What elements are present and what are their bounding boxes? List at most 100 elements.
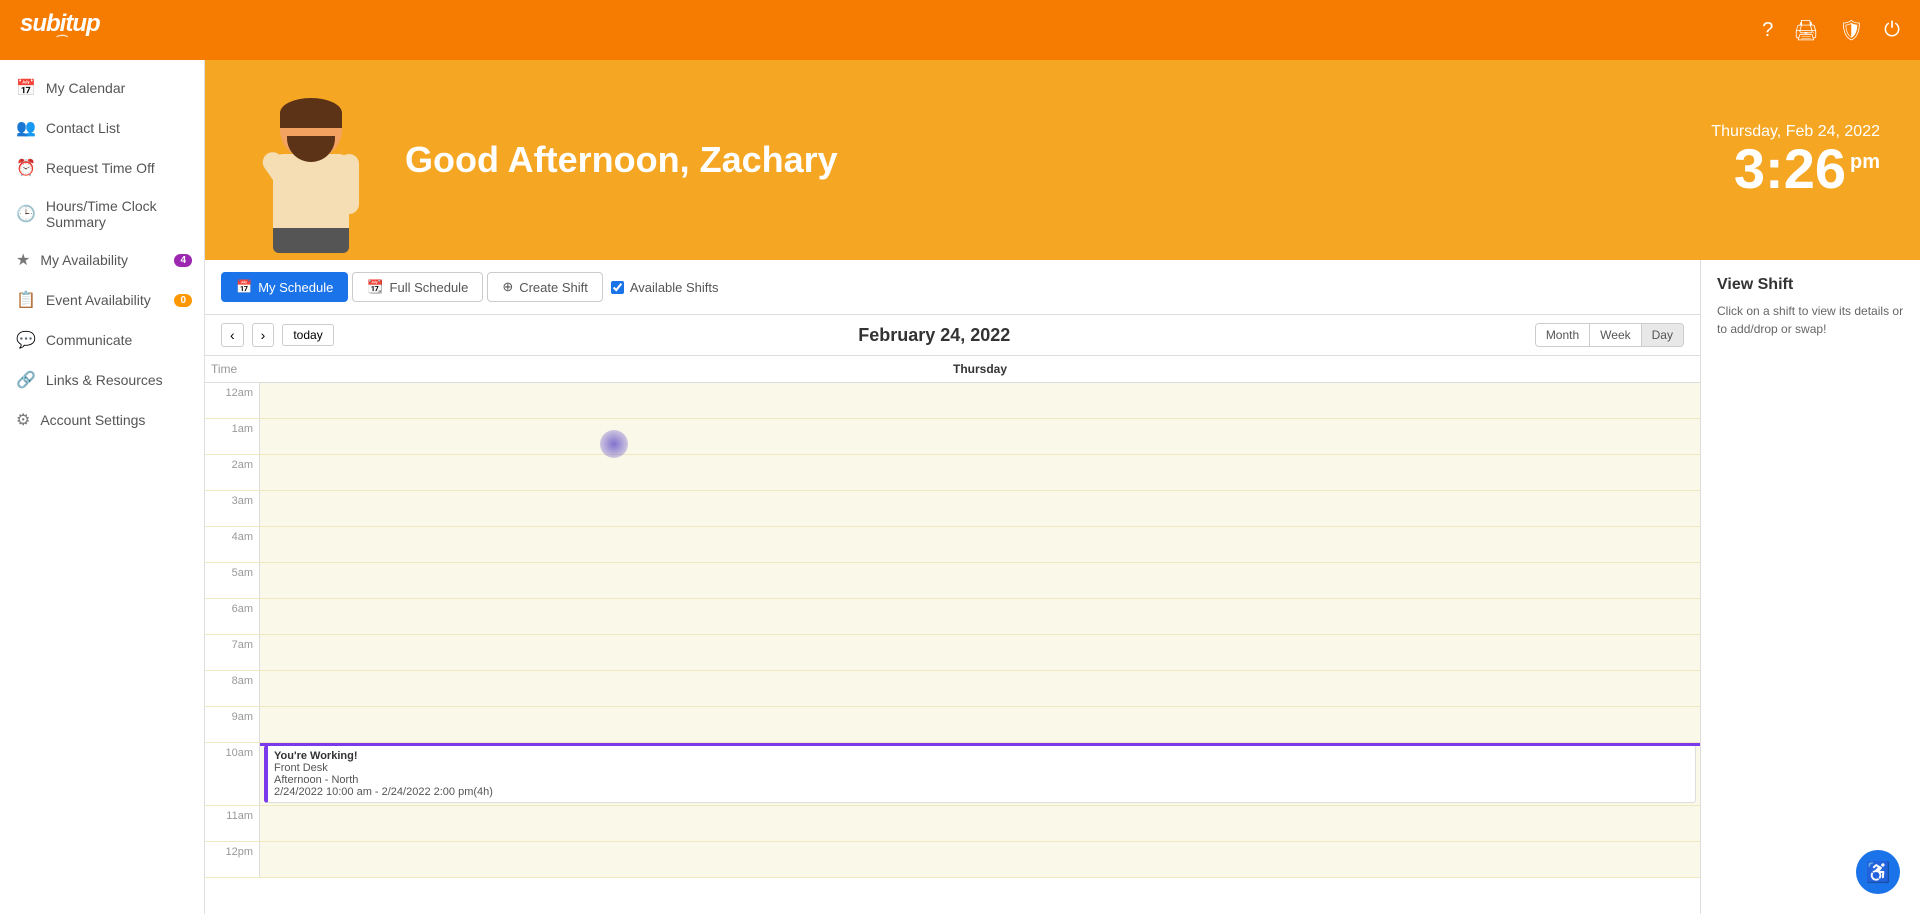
header-banner: Good Afternoon, Zachary Thursday, Feb 24… bbox=[205, 60, 1920, 260]
clock-icon: 🕒 bbox=[16, 204, 36, 224]
time-display: 3:26pm bbox=[1711, 141, 1880, 197]
tab-create-shift-label: Create Shift bbox=[519, 280, 588, 295]
sidebar-label-my-calendar: My Calendar bbox=[46, 80, 125, 96]
event-icon: 📋 bbox=[16, 290, 36, 310]
sidebar-label-event-availability: Event Availability bbox=[46, 292, 151, 308]
calendar-title: February 24, 2022 bbox=[858, 325, 1010, 346]
request-icon: ⏰ bbox=[16, 158, 36, 178]
greeting: Good Afternoon, Zachary bbox=[405, 139, 838, 181]
sidebar-label-communicate: Communicate bbox=[46, 332, 132, 348]
time-row: 1am bbox=[205, 419, 1700, 455]
print-icon[interactable]: 🖨 bbox=[1793, 18, 1818, 43]
tab-create-shift[interactable]: ⊕ Create Shift bbox=[487, 272, 603, 302]
time-row: 12pm bbox=[205, 842, 1700, 878]
communicate-icon: 💬 bbox=[16, 330, 36, 350]
cal-nav-left: ‹ › today bbox=[221, 323, 334, 347]
grid-body: 12am1am2am3am4am5am6am7am8am9am10am You'… bbox=[205, 383, 1700, 914]
sidebar-item-my-calendar[interactable]: 📅 My Calendar bbox=[0, 68, 204, 108]
time-cell bbox=[260, 806, 1700, 841]
time-label: 5am bbox=[205, 563, 260, 598]
contacts-icon: 👥 bbox=[16, 118, 36, 138]
time-label: 7am bbox=[205, 635, 260, 670]
sidebar-item-hours-time-clock[interactable]: 🕒 Hours/Time Clock Summary bbox=[0, 188, 204, 240]
schedule-wrapper: 📅 My Schedule 📆 Full Schedule ⊕ Create S… bbox=[205, 260, 1920, 914]
time-cell bbox=[260, 455, 1700, 490]
time-row: 12am bbox=[205, 383, 1700, 419]
time-row: 2am bbox=[205, 455, 1700, 491]
available-shifts-checkbox[interactable] bbox=[611, 281, 624, 294]
calendar-nav: ‹ › today February 24, 2022 Month Week D… bbox=[205, 315, 1700, 356]
calendar-tab-icon: 📅 bbox=[236, 279, 252, 295]
day-view-button[interactable]: Day bbox=[1642, 324, 1683, 346]
time-cell bbox=[260, 635, 1700, 670]
logo-text: subitup bbox=[20, 12, 100, 36]
month-view-button[interactable]: Month bbox=[1536, 324, 1590, 346]
accessibility-button[interactable]: ♿ bbox=[1856, 850, 1900, 894]
tab-my-schedule-label: My Schedule bbox=[258, 280, 333, 295]
time-label: 3am bbox=[205, 491, 260, 526]
time-label: 12am bbox=[205, 383, 260, 418]
sidebar-item-contact-list[interactable]: 👥 Contact List bbox=[0, 108, 204, 148]
time-row: 11am bbox=[205, 806, 1700, 842]
shield-icon[interactable]: 🛡 bbox=[1839, 18, 1864, 43]
time-label: 4am bbox=[205, 527, 260, 562]
topbar-icons: ? 🖨 🛡 ⏻ bbox=[1762, 18, 1900, 43]
time-cell: You're Working! Front Desk Afternoon - N… bbox=[260, 743, 1700, 805]
tab-full-schedule[interactable]: 📆 Full Schedule bbox=[352, 272, 483, 302]
main-layout: 📅 My Calendar 👥 Contact List ⏰ Request T… bbox=[0, 60, 1920, 914]
time-cell bbox=[260, 842, 1700, 877]
view-buttons: Month Week Day bbox=[1535, 323, 1684, 347]
time-cell bbox=[260, 383, 1700, 418]
sidebar-item-request-time-off[interactable]: ⏰ Request Time Off bbox=[0, 148, 204, 188]
view-shift-panel: View Shift Click on a shift to view its … bbox=[1700, 260, 1920, 914]
time-row: 9am bbox=[205, 707, 1700, 743]
today-button[interactable]: today bbox=[282, 324, 333, 346]
schedule-main: 📅 My Schedule 📆 Full Schedule ⊕ Create S… bbox=[205, 260, 1700, 914]
sidebar-item-links-resources[interactable]: 🔗 Links & Resources bbox=[0, 360, 204, 400]
view-shift-title: View Shift bbox=[1717, 276, 1904, 294]
view-shift-description: Click on a shift to view its details or … bbox=[1717, 302, 1904, 338]
time-ampm: pm bbox=[1850, 151, 1880, 173]
time-row: 5am bbox=[205, 563, 1700, 599]
time-column-header: Time bbox=[205, 356, 260, 382]
logo[interactable]: subitup ⁀ bbox=[20, 12, 100, 48]
sidebar-item-account-settings[interactable]: ⚙ Account Settings bbox=[0, 400, 204, 440]
sidebar-label-request-time-off: Request Time Off bbox=[46, 160, 155, 176]
content-area: Good Afternoon, Zachary Thursday, Feb 24… bbox=[205, 60, 1920, 914]
links-icon: 🔗 bbox=[16, 370, 36, 390]
shift-time: 2/24/2022 10:00 am - 2/24/2022 2:00 pm(4… bbox=[274, 786, 1689, 798]
time-cell bbox=[260, 527, 1700, 562]
schedule-tabs: 📅 My Schedule 📆 Full Schedule ⊕ Create S… bbox=[205, 260, 1700, 315]
time-label: 9am bbox=[205, 707, 260, 742]
prev-button[interactable]: ‹ bbox=[221, 323, 244, 347]
current-time-line bbox=[260, 743, 1700, 746]
time-row: 10am You're Working! Front Desk Afternoo… bbox=[205, 743, 1700, 806]
tab-my-schedule[interactable]: 📅 My Schedule bbox=[221, 272, 348, 302]
time-value: 3:26 bbox=[1734, 137, 1846, 200]
time-row: 4am bbox=[205, 527, 1700, 563]
star-icon: ★ bbox=[16, 250, 30, 270]
time-cell bbox=[260, 707, 1700, 742]
time-cell bbox=[260, 599, 1700, 634]
sidebar-item-my-availability[interactable]: ★ My Availability 4 bbox=[0, 240, 204, 280]
sidebar-label-my-availability: My Availability bbox=[40, 252, 128, 268]
full-schedule-icon: 📆 bbox=[367, 279, 383, 295]
sidebar-item-event-availability[interactable]: 📋 Event Availability 0 bbox=[0, 280, 204, 320]
time-row: 8am bbox=[205, 671, 1700, 707]
shift-title: You're Working! bbox=[274, 750, 1689, 762]
time-label: 12pm bbox=[205, 842, 260, 877]
shift-area: Afternoon - North bbox=[274, 774, 1689, 786]
tab-full-schedule-label: Full Schedule bbox=[390, 280, 469, 295]
shift-block[interactable]: You're Working! Front Desk Afternoon - N… bbox=[264, 745, 1696, 803]
sidebar-label-contact-list: Contact List bbox=[46, 120, 120, 136]
event-badge: 0 bbox=[174, 294, 192, 307]
week-view-button[interactable]: Week bbox=[1590, 324, 1641, 346]
help-icon[interactable]: ? bbox=[1762, 19, 1773, 42]
next-button[interactable]: › bbox=[252, 323, 275, 347]
power-icon[interactable]: ⏻ bbox=[1884, 19, 1900, 42]
logo-sub: ⁀ bbox=[55, 36, 65, 48]
topbar: subitup ⁀ ? 🖨 🛡 ⏻ bbox=[0, 0, 1920, 60]
available-shifts-checkbox-label[interactable]: Available Shifts bbox=[611, 280, 719, 295]
time-row: 7am bbox=[205, 635, 1700, 671]
sidebar-item-communicate[interactable]: 💬 Communicate bbox=[0, 320, 204, 360]
